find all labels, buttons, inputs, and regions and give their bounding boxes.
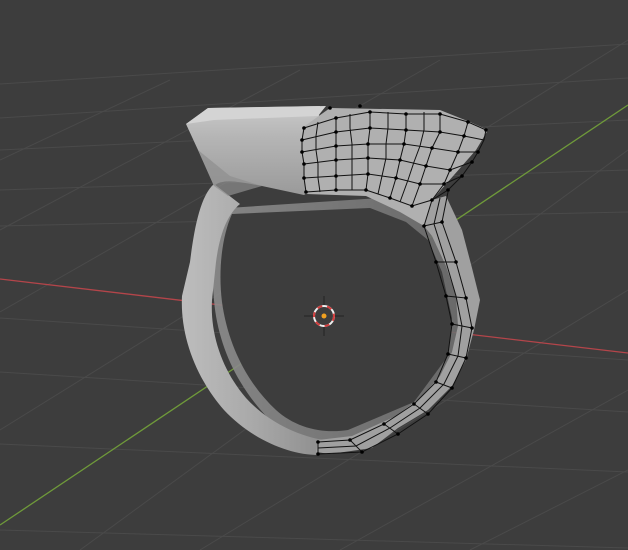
- viewport-canvas[interactable]: [0, 0, 628, 550]
- 3d-viewport[interactable]: [0, 0, 628, 550]
- 3d-cursor-center: [321, 313, 327, 319]
